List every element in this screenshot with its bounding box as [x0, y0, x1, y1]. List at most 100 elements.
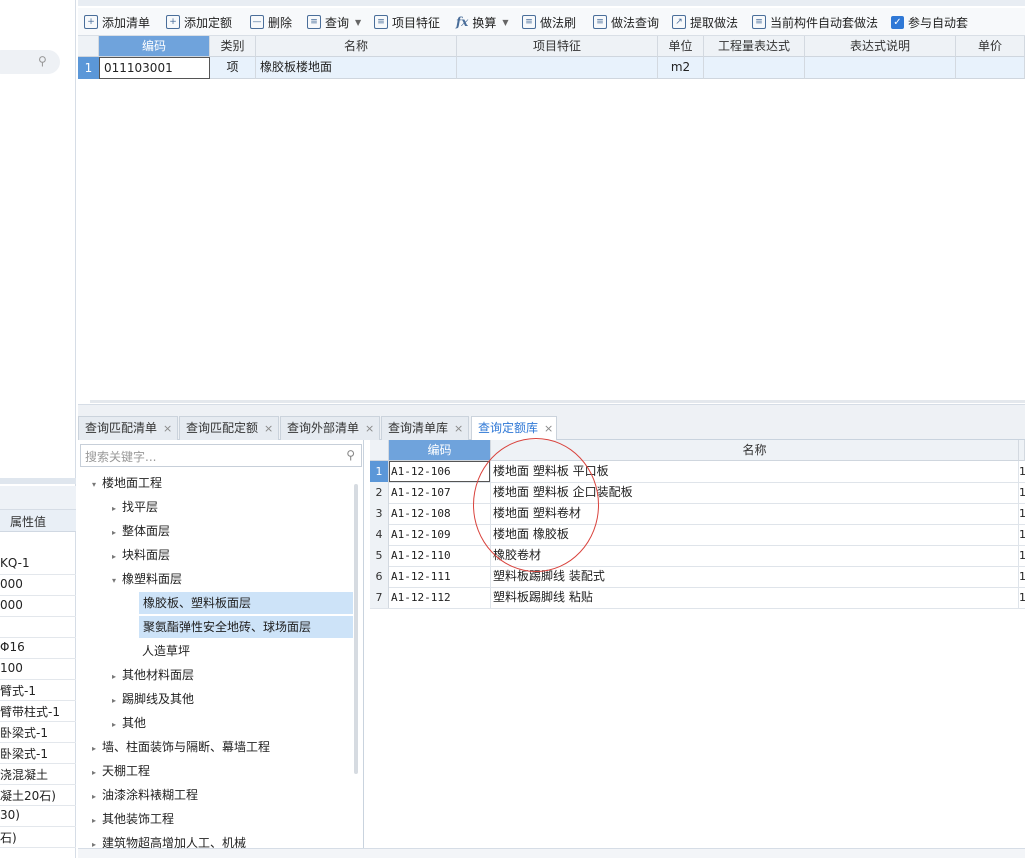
property-row[interactable]: Φ16	[0, 637, 76, 659]
tree-node[interactable]: ▸ 块料面层	[112, 544, 170, 566]
cell-code[interactable]: A1-12-109	[391, 524, 451, 545]
chevron-right-icon[interactable]: ▸	[92, 786, 102, 808]
property-row[interactable]	[0, 616, 76, 638]
close-icon[interactable]: ×	[264, 422, 273, 435]
property-row[interactable]: 000	[0, 574, 76, 596]
tree-node[interactable]: ▸ 整体面层	[112, 520, 170, 542]
method-brush-button[interactable]: ≡ 做法刷	[522, 12, 576, 32]
cell-extra[interactable]: 1	[1019, 566, 1025, 587]
chevron-right-icon[interactable]: ▸	[112, 690, 122, 712]
property-row[interactable]: KQ-1	[0, 553, 76, 575]
tree-node[interactable]: ▾ 橡塑料面层	[112, 568, 182, 590]
table-row[interactable]: 5 A1-12-110 橡胶卷材 1	[370, 545, 1025, 567]
tree-node[interactable]: 人造草坪	[142, 640, 190, 662]
delete-button[interactable]: — 删除	[250, 12, 292, 32]
cell-feature[interactable]	[457, 57, 658, 79]
cell-extra[interactable]: 1	[1019, 545, 1025, 566]
convert-button[interactable]: fx 换算 ▼	[456, 12, 509, 32]
tree-node[interactable]: ▸ 其他	[112, 712, 146, 734]
chevron-right-icon[interactable]: ▸	[112, 714, 122, 736]
cell-name[interactable]: 塑料板踢脚线 粘贴	[493, 587, 593, 608]
tab-match-list[interactable]: 查询匹配清单 ×	[78, 416, 178, 440]
auto-participate-checkbox[interactable]: ✓ 参与自动套	[891, 12, 968, 32]
left-panel-divider[interactable]	[0, 478, 76, 484]
table-row[interactable]: 7 A1-12-112 塑料板踢脚线 粘贴 1	[370, 587, 1025, 609]
row-number[interactable]: 1	[78, 57, 99, 79]
column-header-name[interactable]: 名称	[256, 36, 457, 57]
cell-expression-note[interactable]	[805, 57, 956, 79]
cell-type[interactable]: 项	[210, 57, 256, 79]
column-header-code[interactable]: 编码	[99, 36, 210, 57]
cell-code[interactable]: A1-12-108	[391, 503, 451, 524]
tab-match-quota[interactable]: 查询匹配定额 ×	[179, 416, 279, 440]
property-row[interactable]: 凝土20石)	[0, 784, 76, 806]
column-header-code[interactable]: 编码	[389, 440, 491, 461]
property-row[interactable]: 石)	[0, 826, 76, 848]
property-row[interactable]: 30)	[0, 805, 76, 827]
split-handle[interactable]	[78, 404, 1025, 414]
property-row[interactable]: 000	[0, 595, 76, 617]
cell-extra[interactable]: 1	[1019, 587, 1025, 608]
cell-price[interactable]	[956, 57, 1025, 79]
chevron-right-icon[interactable]: ▸	[112, 522, 122, 544]
column-header-unit[interactable]: 单位	[658, 36, 704, 57]
tree-node[interactable]: ▸ 其他材料面层	[112, 664, 194, 686]
cell-name[interactable]: 橡胶板楼地面	[256, 57, 457, 79]
cell-unit[interactable]: m2	[658, 57, 704, 79]
cell-code[interactable]: A1-12-111	[391, 566, 451, 587]
tree-node[interactable]: ▸ 油漆涂料裱糊工程	[92, 784, 198, 806]
table-row[interactable]: 6 A1-12-111 塑料板踢脚线 装配式 1	[370, 566, 1025, 588]
search-icon[interactable]: ⚲	[38, 54, 52, 68]
tree-node[interactable]: ▸ 其他装饰工程	[92, 808, 174, 830]
table-row[interactable]: 3 A1-12-108 楼地面 塑料卷材 1	[370, 503, 1025, 525]
add-quota-button[interactable]: + 添加定额	[166, 12, 232, 32]
method-query-button[interactable]: ≡ 做法查询	[593, 12, 659, 32]
chevron-right-icon[interactable]: ▸	[92, 810, 102, 832]
cell-code[interactable]: A1-12-112	[391, 587, 451, 608]
column-header-expression-note[interactable]: 表达式说明	[805, 36, 956, 57]
chevron-right-icon[interactable]: ▸	[112, 546, 122, 568]
chevron-right-icon[interactable]: ▸	[92, 738, 102, 760]
cell-extra[interactable]: 1	[1019, 524, 1025, 545]
tree-scrollbar[interactable]	[354, 484, 358, 774]
tree-node[interactable]: ▸ 找平层	[112, 496, 158, 518]
close-icon[interactable]: ×	[365, 422, 374, 435]
table-row[interactable]: 2 A1-12-107 楼地面 塑料板 企口装配板 1	[370, 482, 1025, 504]
row-number[interactable]: 6	[370, 566, 389, 587]
chevron-right-icon[interactable]: ▸	[92, 762, 102, 784]
horizontal-scrollbar[interactable]	[90, 400, 1025, 403]
row-number[interactable]: 7	[370, 587, 389, 608]
tree-node[interactable]: ▸ 踢脚线及其他	[112, 688, 194, 710]
tree-node[interactable]: ▸ 墙、柱面装饰与隔断、幕墙工程	[92, 736, 270, 758]
close-icon[interactable]: ×	[544, 422, 553, 435]
row-number[interactable]: 4	[370, 524, 389, 545]
cell-extra[interactable]: 1	[1019, 482, 1025, 503]
query-button[interactable]: ≡ 查询 ▼	[307, 12, 361, 32]
row-number[interactable]: 1	[370, 461, 389, 482]
column-header-extra[interactable]	[1019, 440, 1025, 461]
tab-quota-library[interactable]: 查询定额库 ×	[471, 416, 557, 441]
column-header-feature[interactable]: 项目特征	[457, 36, 658, 57]
column-header-expression[interactable]: 工程量表达式	[704, 36, 805, 57]
chevron-down-icon[interactable]: ▾	[112, 570, 122, 592]
row-number[interactable]: 2	[370, 482, 389, 503]
property-row[interactable]: 臂带柱式-1	[0, 700, 76, 722]
cell-expression[interactable]	[704, 57, 805, 79]
tree-node[interactable]: ▸ 天棚工程	[92, 760, 150, 782]
row-number[interactable]: 5	[370, 545, 389, 566]
add-list-button[interactable]: + 添加清单	[84, 12, 150, 32]
search-icon[interactable]: ⚲	[346, 448, 355, 462]
column-header-price[interactable]: 单价	[956, 36, 1025, 57]
tree-search-input[interactable]: 搜索关键字... ⚲	[80, 444, 362, 467]
column-header-type[interactable]: 类别	[210, 36, 256, 57]
tab-external-list[interactable]: 查询外部清单 ×	[280, 416, 380, 440]
tree-node[interactable]: 橡胶板、塑料板面层	[139, 592, 353, 614]
property-row[interactable]: 卧梁式-1	[0, 742, 76, 764]
table-row[interactable]: 4 A1-12-109 楼地面 橡胶板 1	[370, 524, 1025, 546]
auto-method-button[interactable]: ≡ 当前构件自动套做法	[752, 12, 878, 32]
row-number[interactable]: 3	[370, 503, 389, 524]
chevron-down-icon[interactable]: ▾	[92, 474, 102, 496]
chevron-right-icon[interactable]: ▸	[112, 498, 122, 520]
tree-node[interactable]: ▾ 楼地面工程	[92, 472, 162, 494]
cell-extra[interactable]: 1	[1019, 461, 1025, 482]
